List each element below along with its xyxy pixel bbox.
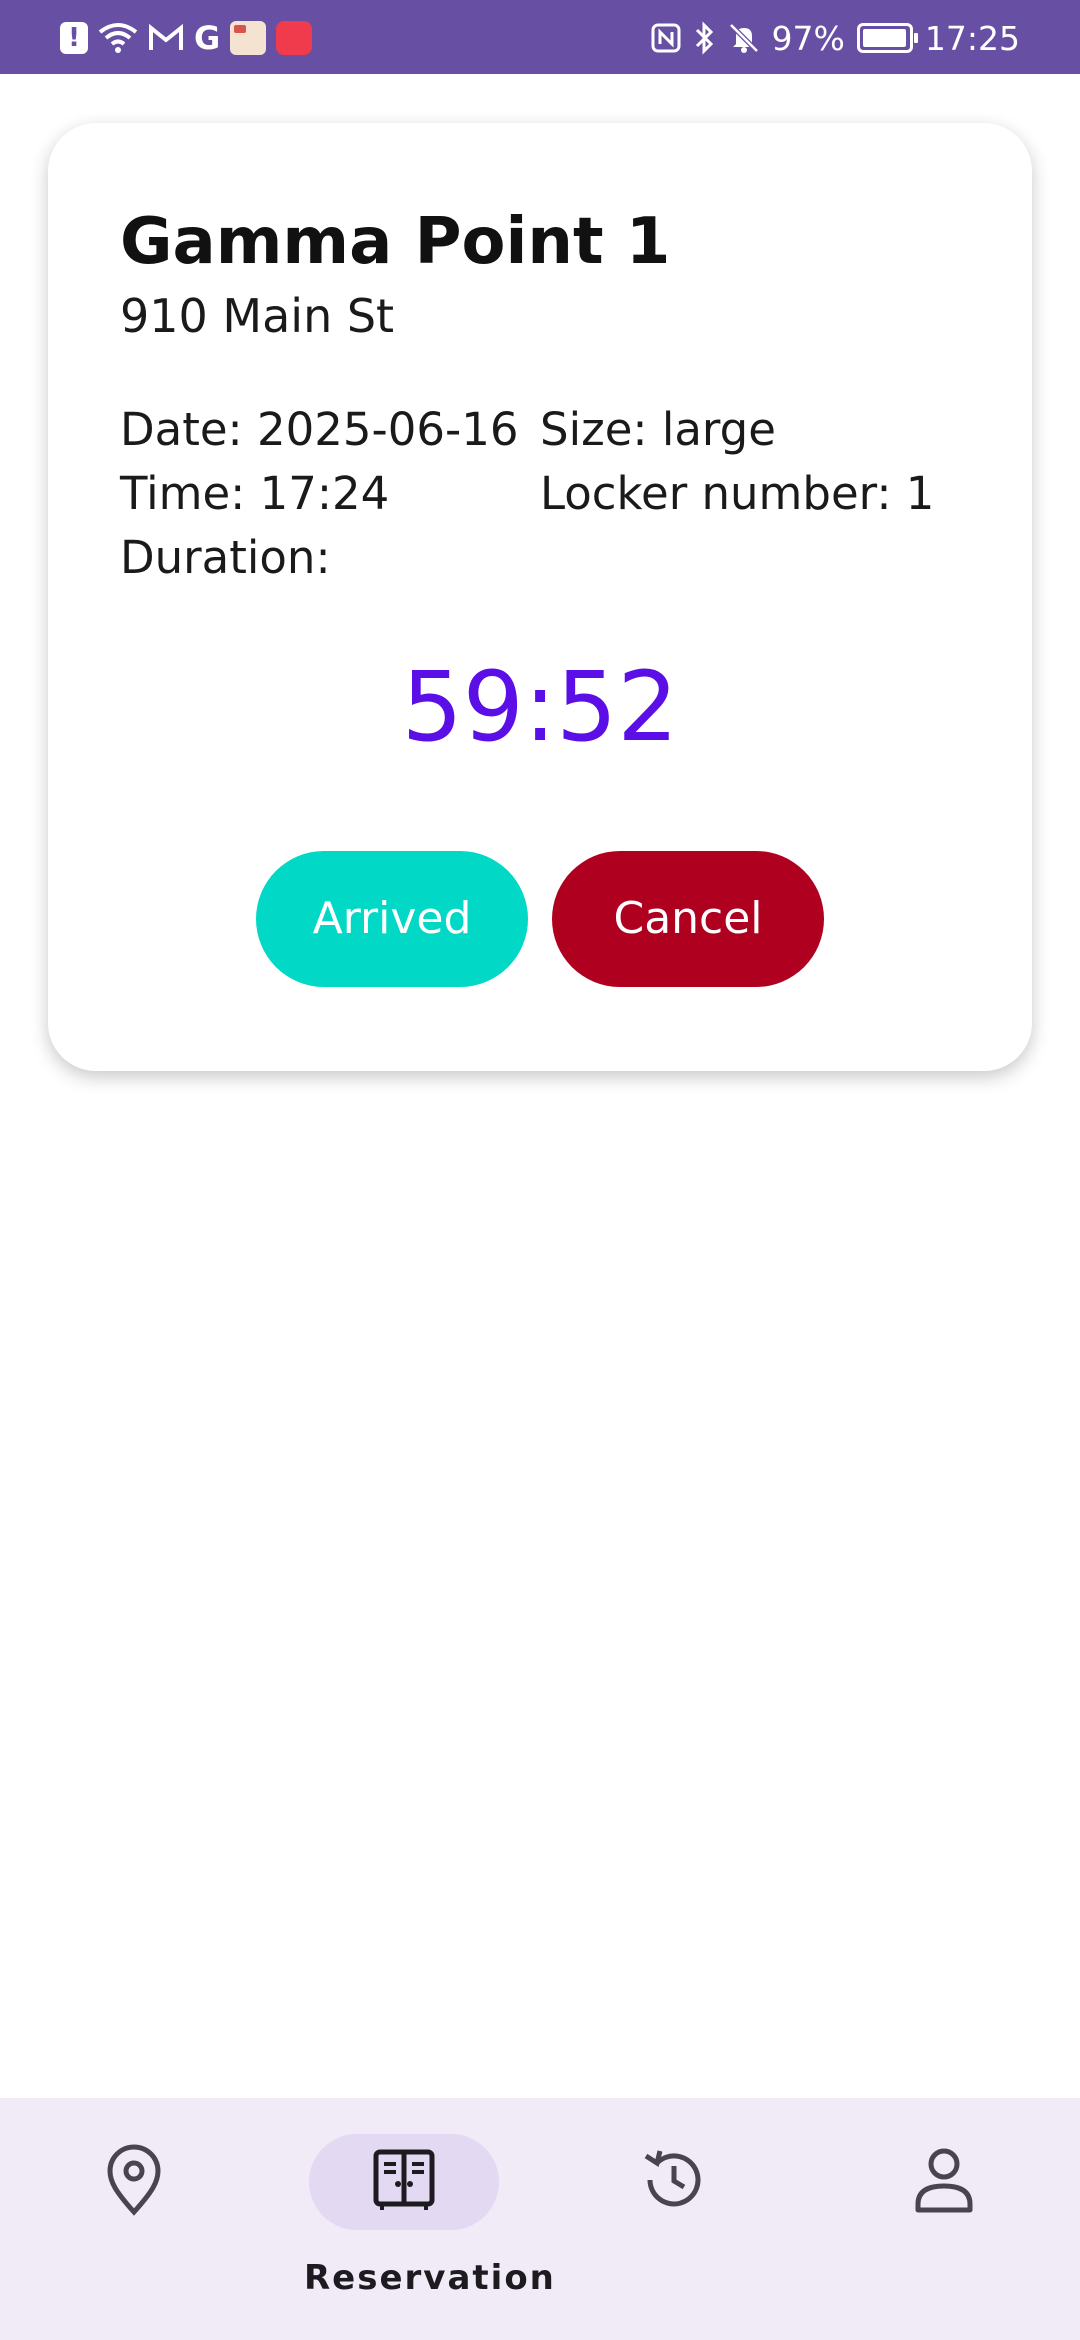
clock: 17:25 — [924, 18, 1020, 58]
nav-item-history[interactable] — [574, 2098, 774, 2340]
locker-size: Size: large — [540, 403, 776, 456]
location-pin-icon — [102, 2144, 166, 2220]
reservation-date: Date: 2025-06-16 — [120, 403, 519, 456]
huawei-app-icon — [276, 21, 313, 55]
reservation-time: Time: 17:24 — [120, 467, 390, 520]
bottom-navigation: Reservation — [0, 2098, 1080, 2340]
locker-point-address: 910 Main St — [120, 289, 395, 343]
bluetooth-icon — [694, 20, 716, 56]
locker-icon — [372, 2148, 436, 2216]
nav-icon-container-active — [309, 2134, 499, 2230]
cancel-button[interactable]: Cancel — [552, 851, 824, 987]
status-left-icons: ! G — [60, 18, 313, 58]
person-icon — [912, 2144, 976, 2220]
mute-bell-icon — [728, 20, 760, 56]
locker-number: Locker number: 1 — [540, 467, 935, 520]
countdown-timer: 59:52 — [401, 651, 679, 763]
nav-icon-container — [579, 2134, 769, 2230]
battery-percent: 97% — [771, 18, 845, 58]
nfc-icon — [650, 20, 682, 56]
locker-point-title: Gamma Point 1 — [120, 205, 671, 279]
status-bar: ! G 97% 17:25 — [0, 0, 1080, 74]
shop-app-icon — [230, 21, 267, 55]
reservation-card: Gamma Point 1 910 Main St Date: 2025-06-… — [48, 123, 1032, 1071]
nav-icon-container — [849, 2134, 1039, 2230]
status-right-icons: 97% 17:25 — [650, 18, 1020, 58]
nav-item-map[interactable] — [34, 2098, 234, 2340]
google-icon: G — [194, 19, 221, 57]
nav-label-reservation: Reservation — [304, 2258, 556, 2298]
nav-icon-container — [39, 2134, 229, 2230]
battery-level — [862, 29, 906, 47]
nav-item-reservation[interactable]: Reservation — [304, 2098, 556, 2340]
history-icon — [638, 2144, 710, 2220]
alert-icon: ! — [60, 22, 88, 54]
arrived-button[interactable]: Arrived — [256, 851, 528, 987]
wifi-icon — [98, 20, 138, 56]
battery-icon — [856, 23, 918, 53]
gmail-icon — [148, 20, 184, 56]
reservation-duration: Duration: — [120, 531, 331, 584]
nav-item-profile[interactable] — [844, 2098, 1044, 2340]
